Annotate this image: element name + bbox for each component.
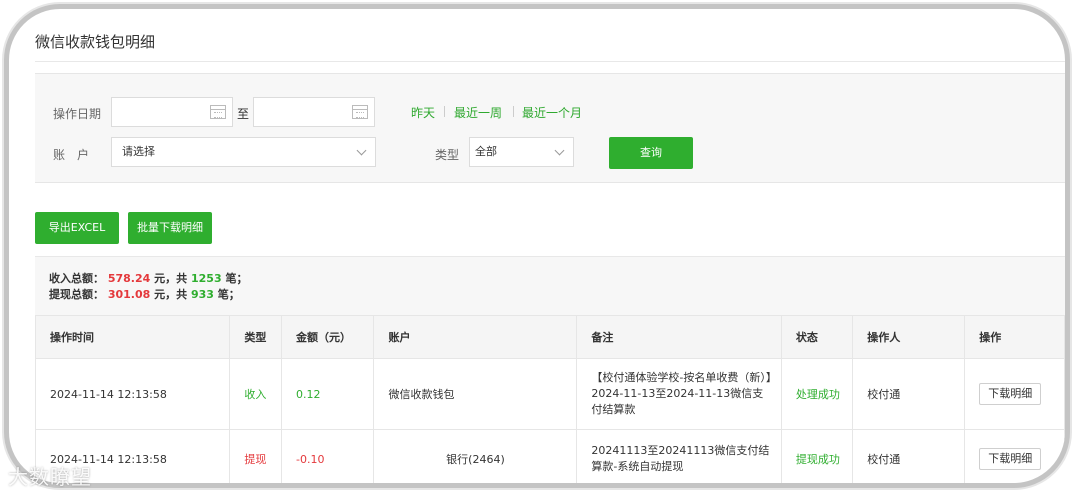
page-frame: 微信收款钱包明细 操作日期 至 昨天 最近一周 最近一个月 账 户 请选择 类型… (4, 4, 1070, 488)
income-end: 笔； (225, 272, 248, 285)
watermark: 大数瞭望 (8, 465, 92, 489)
cell-type: 收入 (229, 358, 283, 430)
cell-status: 提现成功 (780, 429, 854, 483)
cell-operator: 校付通 (852, 429, 966, 483)
batch-download-button[interactable]: 批量下载明细 (128, 212, 212, 244)
account-select-value: 请选择 (122, 145, 155, 158)
withdraw-mid: 元，共 (154, 288, 188, 301)
cell-status: 处理成功 (780, 358, 854, 430)
header-type: 类型 (229, 315, 283, 359)
header-time: 操作时间 (34, 315, 231, 359)
table-row: 2024-11-14 12:13:58 收入 0.12 微信收款钱包 【校付通体… (34, 358, 1065, 430)
chevron-down-icon (356, 145, 367, 156)
header-action: 操作 (964, 315, 1065, 359)
date-start-input[interactable] (111, 97, 233, 127)
separator (444, 106, 445, 117)
cell-type: 提现 (229, 429, 283, 483)
cell-action: 下载明细 (964, 358, 1065, 430)
export-excel-button[interactable]: 导出EXCEL (35, 212, 119, 244)
page-title: 微信收款钱包明细 (35, 33, 156, 51)
calendar-icon[interactable] (210, 105, 226, 119)
income-label: 收入总额： (49, 272, 104, 285)
quick-last-week[interactable]: 最近一周 (454, 104, 502, 121)
withdraw-count: 933 (190, 288, 214, 301)
header-status: 状态 (780, 315, 854, 359)
cell-action: 下载明细 (964, 429, 1065, 483)
header-amount: 金额（元） (281, 315, 375, 359)
header-operator: 操作人 (852, 315, 966, 359)
quick-yesterday[interactable]: 昨天 (411, 104, 435, 121)
quick-last-month[interactable]: 最近一个月 (522, 104, 582, 121)
date-to-label: 至 (237, 107, 250, 121)
separator (513, 106, 514, 117)
withdraw-label: 提现总额： (49, 288, 104, 301)
calendar-icon[interactable] (352, 105, 368, 119)
income-amount: 578.24 (107, 272, 151, 285)
query-button[interactable]: 查询 (609, 137, 693, 169)
income-mid: 元，共 (154, 272, 188, 285)
filter-panel: 操作日期 至 昨天 最近一周 最近一个月 账 户 请选择 类型 全部 查询 (35, 73, 1065, 183)
income-summary: 收入总额： 578.24 元，共 1253 笔； (49, 270, 247, 286)
income-count: 1253 (190, 272, 222, 285)
chevron-down-icon (554, 145, 565, 156)
cell-amount: -0.10 (281, 429, 375, 483)
summary-panel: 收入总额： 578.24 元，共 1253 笔； 提现总额： 301.08 元，… (35, 257, 1065, 315)
cell-note: 【校付通体验学校-按名单收费（新）】2024-11-13至2024-11-13微… (576, 358, 782, 430)
cell-account: 微信收款钱包 (373, 358, 578, 430)
date-label: 操作日期 (53, 107, 102, 121)
divider (35, 61, 1065, 62)
type-select-value: 全部 (475, 145, 497, 158)
account-label: 账 户 (53, 148, 90, 162)
download-detail-button[interactable]: 下载明细 (979, 448, 1042, 470)
table-row: 2024-11-14 12:13:58 提现 -0.10 银行(2464) 20… (34, 429, 1065, 483)
details-table: 操作时间 类型 金额（元） 账户 备注 状态 操作人 操作 2024-11-14… (34, 315, 1065, 483)
withdraw-summary: 提现总额： 301.08 元，共 933 笔； (49, 286, 240, 302)
cell-operator: 校付通 (852, 358, 966, 430)
cell-note: 20241113至20241113微信支付结算款-系统自动提现 (576, 429, 782, 483)
header-account: 账户 (373, 315, 578, 359)
type-label: 类型 (435, 148, 460, 162)
table-header-row: 操作时间 类型 金额（元） 账户 备注 状态 操作人 操作 (34, 315, 1065, 359)
download-detail-button[interactable]: 下载明细 (979, 383, 1042, 405)
cell-account: 银行(2464) (373, 429, 578, 483)
date-end-input[interactable] (253, 97, 375, 127)
account-select[interactable]: 请选择 (111, 137, 376, 167)
cell-time: 2024-11-14 12:13:58 (34, 358, 231, 430)
withdraw-amount: 301.08 (107, 288, 151, 301)
header-note: 备注 (576, 315, 782, 359)
cell-amount: 0.12 (281, 358, 375, 430)
withdraw-end: 笔； (217, 288, 240, 301)
type-select[interactable]: 全部 (469, 137, 574, 167)
